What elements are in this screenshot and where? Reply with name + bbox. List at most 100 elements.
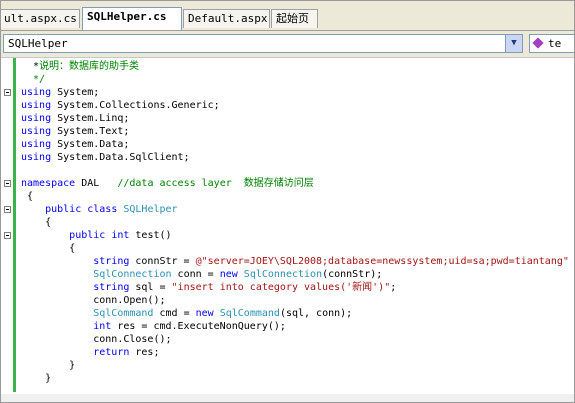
code-text: namespace DAL //data access layer 数据存储访问…	[21, 177, 314, 190]
code-text: int res = cmd.ExecuteNonQuery();	[21, 320, 286, 333]
code-token: "insert into category values('	[171, 282, 353, 293]
code-token: res;	[129, 347, 160, 358]
code-token: new	[195, 308, 214, 319]
collapse-icon[interactable]	[4, 206, 11, 213]
code-token: SqlConnection	[93, 269, 172, 280]
code-token: string	[93, 282, 130, 293]
collapse-icon[interactable]	[4, 232, 11, 239]
code-token: 说明：数据库的助手类	[39, 61, 140, 72]
code-text: SqlConnection conn = new SqlConnection(c…	[21, 268, 382, 281]
code-text: conn.Close();	[21, 333, 171, 346]
code-text: string connStr = @"server=JOEY\SQL2008;d…	[21, 255, 569, 268]
code-line: public int test()	[1, 229, 574, 242]
code-line: return res;	[1, 346, 574, 359]
code-token: {	[21, 191, 34, 202]
code-token: (sql, conn);	[279, 308, 353, 319]
code-line: *说明：数据库的助手类	[1, 60, 574, 73]
code-text: }	[21, 359, 75, 372]
code-text: public int test()	[21, 229, 171, 242]
code-text: conn.Open();	[21, 294, 166, 307]
code-token: 数据存储访问层	[243, 178, 314, 189]
code-token: 新闻	[352, 282, 373, 293]
code-text: {	[21, 242, 75, 255]
code-line: int res = cmd.ExecuteNonQuery();	[1, 320, 574, 333]
code-text: using System.Linq;	[21, 112, 129, 125]
code-text: using System.Collections.Generic;	[21, 99, 220, 112]
code-token: public int	[69, 230, 130, 241]
code-token: }	[21, 373, 52, 384]
code-token: SqlCommand	[93, 308, 154, 319]
code-token: }	[21, 360, 76, 371]
code-token: using	[21, 126, 52, 137]
code-line: string connStr = @"server=JOEY\SQL2008;d…	[1, 255, 574, 268]
code-token: string	[93, 256, 130, 267]
code-token: System.Data;	[51, 139, 130, 150]
code-text: public class SQLHelper	[21, 203, 177, 216]
code-line: using System.Collections.Generic;	[1, 99, 574, 112]
code-text: using System;	[21, 86, 99, 99]
code-line: using System.Linq;	[1, 112, 574, 125]
member-dropdown[interactable]: te	[529, 34, 574, 53]
code-token: cmd =	[153, 308, 196, 319]
tab-default-aspx[interactable]: Default.aspx	[183, 9, 270, 28]
chevron-down-icon[interactable]: ▼	[505, 35, 522, 52]
collapse-icon[interactable]	[4, 89, 11, 96]
code-line: {	[1, 216, 574, 229]
code-token: *	[21, 61, 40, 72]
tab-label: 起始页	[276, 12, 309, 25]
code-line: using System.Text;	[1, 125, 574, 138]
code-token: System.Collections.Generic;	[51, 100, 220, 111]
code-line: {	[1, 242, 574, 255]
code-token: (connStr);	[322, 269, 383, 280]
code-token: ;	[390, 282, 397, 293]
code-line: conn.Close();	[1, 333, 574, 346]
code-token: return	[93, 347, 130, 358]
code-token: {	[21, 243, 76, 254]
code-line: }	[1, 359, 574, 372]
tab-sqlhelper-cs[interactable]: SQLHelper.cs	[82, 7, 182, 30]
tab-label: Default.aspx	[188, 12, 268, 25]
code-token: */	[21, 74, 46, 85]
code-token: new	[219, 269, 238, 280]
code-line: SqlConnection conn = new SqlConnection(c…	[1, 268, 574, 281]
navigation-bar: SQLHelper ▼ te	[1, 31, 574, 58]
code-line: using System;	[1, 86, 574, 99]
collapse-icon[interactable]	[4, 180, 11, 187]
code-editor[interactable]: *说明：数据库的助手类 */ using System; using Syste…	[1, 58, 574, 402]
code-text: */	[21, 73, 45, 86]
code-text: SqlCommand cmd = new SqlCommand(sql, con…	[21, 307, 352, 320]
code-text: }	[21, 372, 51, 385]
tab-default-aspx-cs[interactable]: ult.aspx.cs	[1, 9, 80, 28]
code-line: namespace DAL //data access layer 数据存储访问…	[1, 177, 574, 190]
code-text: return res;	[21, 346, 159, 359]
code-token: conn.Open();	[21, 295, 166, 306]
code-token: SqlCommand	[219, 308, 280, 319]
code-text: using System.Data.SqlClient;	[21, 151, 190, 164]
code-token: //data access layer	[117, 178, 244, 189]
document-tab-strip: ult.aspx.cs Default.aspx 起始页 SQLHelper.c…	[1, 1, 574, 31]
tab-label: ult.aspx.cs	[4, 12, 77, 25]
type-dropdown[interactable]: SQLHelper ▼	[3, 34, 523, 53]
code-token: public class	[45, 204, 118, 215]
code-line: conn.Open();	[1, 294, 574, 307]
editor-window: ult.aspx.cs Default.aspx 起始页 SQLHelper.c…	[0, 0, 575, 403]
code-token: connStr =	[129, 256, 196, 267]
code-token: System;	[51, 87, 100, 98]
method-icon	[532, 37, 544, 49]
code-token: {	[21, 217, 52, 228]
code-token: DAL	[75, 178, 118, 189]
code-token: sql =	[129, 282, 172, 293]
horizontal-scrollbar[interactable]	[1, 394, 574, 402]
tab-start-page[interactable]: 起始页	[271, 9, 318, 28]
code-text: using System.Text;	[21, 125, 129, 138]
code-line: }	[1, 372, 574, 385]
code-token: namespace	[21, 178, 76, 189]
code-token: using	[21, 100, 52, 111]
member-dropdown-value: te	[548, 37, 562, 50]
